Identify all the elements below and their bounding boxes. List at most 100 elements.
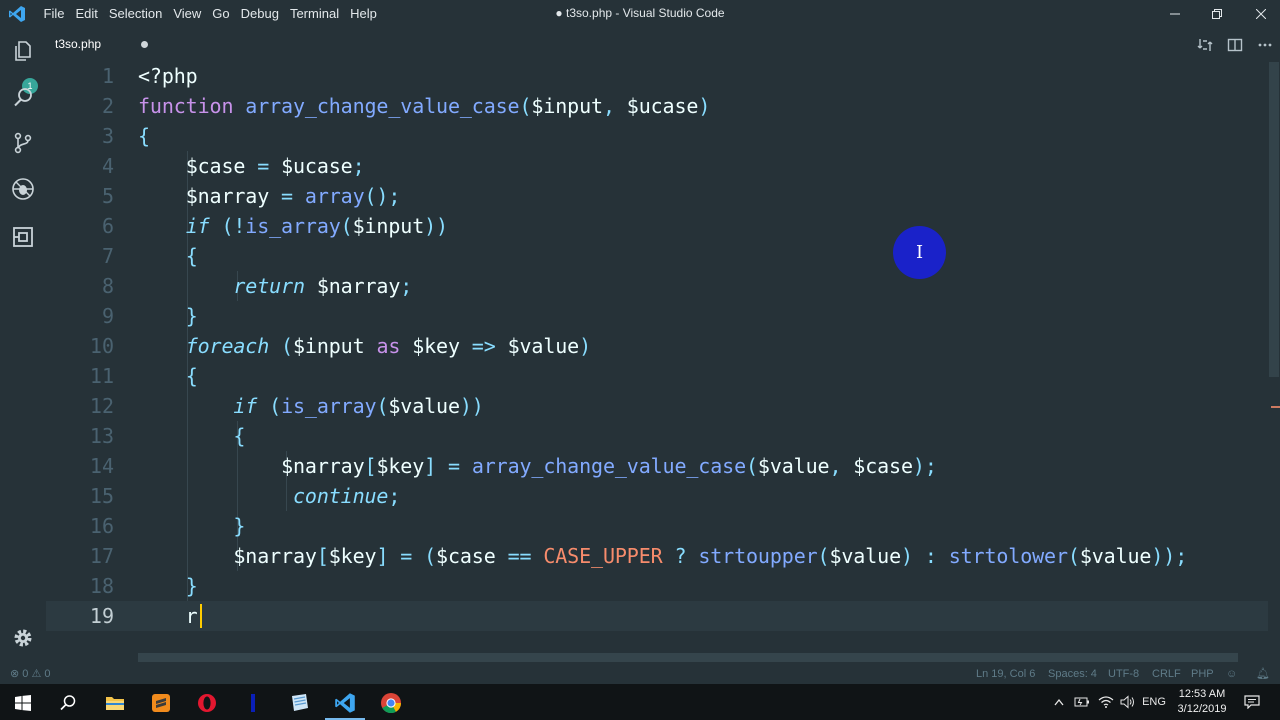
menu-help[interactable]: Help xyxy=(345,0,383,28)
menu-go[interactable]: Go xyxy=(207,0,235,28)
line-number[interactable]: 10 xyxy=(46,331,114,361)
show-hidden-icons-button[interactable] xyxy=(1050,684,1068,720)
speaker-icon xyxy=(1120,695,1134,709)
manage-button[interactable] xyxy=(8,623,38,653)
menu-selection[interactable]: Selection xyxy=(103,0,167,28)
restore-button[interactable] xyxy=(1194,0,1240,28)
tab-t3so-php[interactable]: t3so.php xyxy=(46,28,160,62)
search-button[interactable] xyxy=(8,82,38,112)
explorer-button[interactable] xyxy=(8,36,38,66)
code-token: )) xyxy=(459,394,484,418)
menu-terminal[interactable]: Terminal xyxy=(284,0,344,28)
line-number[interactable]: 1 xyxy=(46,62,114,91)
code-line[interactable]: 12 if (is_array($value)) xyxy=(46,391,1268,421)
taskbar-file-explorer[interactable] xyxy=(92,686,138,720)
code-line[interactable]: 1 <?php xyxy=(46,62,1268,91)
code-token: { xyxy=(185,364,198,388)
code-editor[interactable]: 1 <?php 2 function array_change_value_case(… xyxy=(46,62,1280,650)
code-token: $narray xyxy=(185,184,270,208)
start-button[interactable] xyxy=(0,686,46,720)
warning-count: 0 xyxy=(44,668,51,680)
code-line[interactable]: 14 $narray[$key] = array_change_value_ca… xyxy=(46,451,1268,481)
menu-edit[interactable]: Edit xyxy=(70,0,103,28)
code-line[interactable]: 7 { xyxy=(46,241,1268,271)
debug-button[interactable] xyxy=(8,174,38,204)
unsaved-dot-icon[interactable] xyxy=(141,41,148,48)
volume-tray-button[interactable] xyxy=(1118,684,1138,720)
split-editor-button[interactable] xyxy=(1226,36,1244,54)
taskbar-terminal[interactable] xyxy=(230,686,276,720)
line-number[interactable]: 11 xyxy=(46,361,114,391)
action-center-button[interactable] xyxy=(1240,684,1264,720)
encoding[interactable]: UTF-8 xyxy=(1108,664,1139,684)
code-line[interactable]: 2 function array_change_value_case($input… xyxy=(46,91,1268,121)
code-line[interactable]: 11 { xyxy=(46,361,1268,391)
code-token: is_array xyxy=(281,394,377,418)
code-token: strtoupper xyxy=(698,544,818,568)
open-changes-button[interactable] xyxy=(1196,36,1214,54)
menu-file[interactable]: File xyxy=(38,0,70,28)
taskbar-chrome[interactable] xyxy=(368,686,414,720)
line-number[interactable]: 7 xyxy=(46,241,114,271)
code-line[interactable]: 18 } xyxy=(46,571,1268,601)
code-line[interactable]: 6 if (!is_array($input)) xyxy=(46,211,1268,241)
line-number[interactable]: 17 xyxy=(46,541,114,571)
taskbar-sublime-text[interactable] xyxy=(138,686,184,720)
line-number[interactable]: 5 xyxy=(46,181,114,211)
cursor-position[interactable]: Ln 19, Col 6 xyxy=(976,664,1035,684)
taskbar-clock[interactable]: 12:53 AM 3/12/2019 xyxy=(1168,687,1236,717)
code-line[interactable]: 8 return $narray; xyxy=(46,271,1268,301)
taskbar-vscode[interactable] xyxy=(322,686,368,720)
extensions-button[interactable] xyxy=(8,222,38,252)
code-line[interactable]: 19 r xyxy=(46,601,1268,631)
line-number[interactable]: 3 xyxy=(46,121,114,151)
files-icon xyxy=(15,41,31,61)
line-number[interactable]: 18 xyxy=(46,571,114,601)
input-language[interactable]: ENG xyxy=(1140,684,1168,720)
code-line[interactable]: 3{ xyxy=(46,121,1268,151)
line-number[interactable]: 9 xyxy=(46,301,114,331)
line-number[interactable]: 16 xyxy=(46,511,114,541)
source-control-button[interactable] xyxy=(8,128,38,158)
code-token: ( xyxy=(746,454,758,478)
menu-view[interactable]: View xyxy=(168,0,207,28)
code-line[interactable]: 15 continue; xyxy=(46,481,1268,511)
code-token: )); xyxy=(1151,544,1188,568)
code-text: $narray[$key] = ($case == CASE_UPPER ? s… xyxy=(138,541,1187,571)
minimize-button[interactable] xyxy=(1152,0,1198,28)
taskbar-opera[interactable] xyxy=(184,686,230,720)
language-mode[interactable]: PHP xyxy=(1191,664,1214,684)
line-number[interactable]: 2 xyxy=(46,91,114,121)
code-line[interactable]: 17 $narray[$key] = ($case == CASE_UPPER … xyxy=(46,541,1268,571)
vertical-scrollbar-thumb[interactable] xyxy=(1269,62,1279,377)
horizontal-scrollbar-thumb[interactable] xyxy=(138,653,1238,662)
wifi-tray-button[interactable] xyxy=(1096,684,1116,720)
battery-tray-button[interactable] xyxy=(1072,684,1092,720)
more-actions-button[interactable] xyxy=(1256,36,1274,54)
code-line[interactable]: 16 } xyxy=(46,511,1268,541)
feedback-smiley-icon[interactable]: ☺ xyxy=(1226,664,1237,684)
line-number[interactable]: 12 xyxy=(46,391,114,421)
end-of-line[interactable]: CRLF xyxy=(1152,664,1181,684)
line-number[interactable]: 4 xyxy=(46,151,114,181)
vertical-scrollbar[interactable] xyxy=(1268,62,1280,650)
line-number[interactable]: 15 xyxy=(46,481,114,511)
indentation[interactable]: Spaces: 4 xyxy=(1048,664,1097,684)
menu-debug[interactable]: Debug xyxy=(235,0,284,28)
taskbar-notes-app[interactable] xyxy=(276,686,322,720)
code-token: == xyxy=(495,544,544,568)
close-button[interactable] xyxy=(1238,0,1280,28)
line-number[interactable]: 14 xyxy=(46,451,114,481)
code-line[interactable]: 5 $narray = array(); xyxy=(46,181,1268,211)
code-line[interactable]: 4 $case = $ucase; xyxy=(46,151,1268,181)
line-number[interactable]: 13 xyxy=(46,421,114,451)
line-number[interactable]: 8 xyxy=(46,271,114,301)
line-number[interactable]: 19 xyxy=(46,601,114,631)
problems-indicator[interactable]: ⊗ 0 ⚠ 0 xyxy=(10,664,51,684)
notifications-bell-icon[interactable]: 🔔︎ xyxy=(1256,664,1270,684)
code-line[interactable]: 10 foreach ($input as $key => $value) xyxy=(46,331,1268,361)
taskbar-search-button[interactable] xyxy=(45,686,91,720)
code-line[interactable]: 13 { xyxy=(46,421,1268,451)
line-number[interactable]: 6 xyxy=(46,211,114,241)
code-line[interactable]: 9 } xyxy=(46,301,1268,331)
